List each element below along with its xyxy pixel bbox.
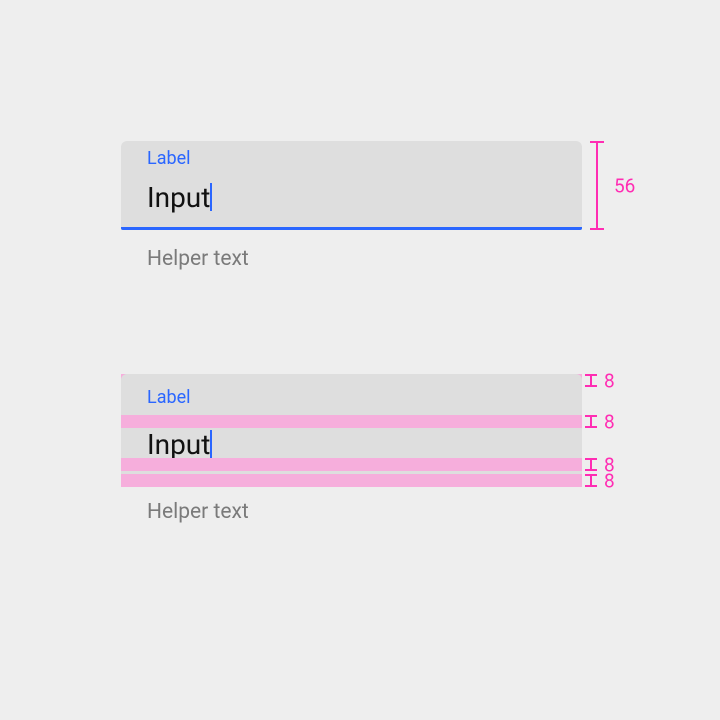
text-field-spec-overall: Label Input [121, 141, 582, 230]
input-value: Input [147, 431, 210, 459]
text-caret [210, 430, 212, 458]
dimension-value: 56 [614, 174, 635, 197]
field-label: Label [121, 382, 582, 408]
spacing-band-input-underline [121, 458, 582, 471]
spacing-band-helper [121, 474, 582, 487]
text-input[interactable]: Input [121, 169, 582, 222]
input-value: Input [147, 184, 210, 212]
spacing-band-label-input [121, 415, 582, 428]
helper-text: Helper text [147, 500, 249, 524]
text-caret [210, 183, 212, 211]
field-label: Label [121, 149, 582, 169]
helper-text: Helper text [147, 247, 249, 271]
focus-underline [121, 227, 582, 230]
